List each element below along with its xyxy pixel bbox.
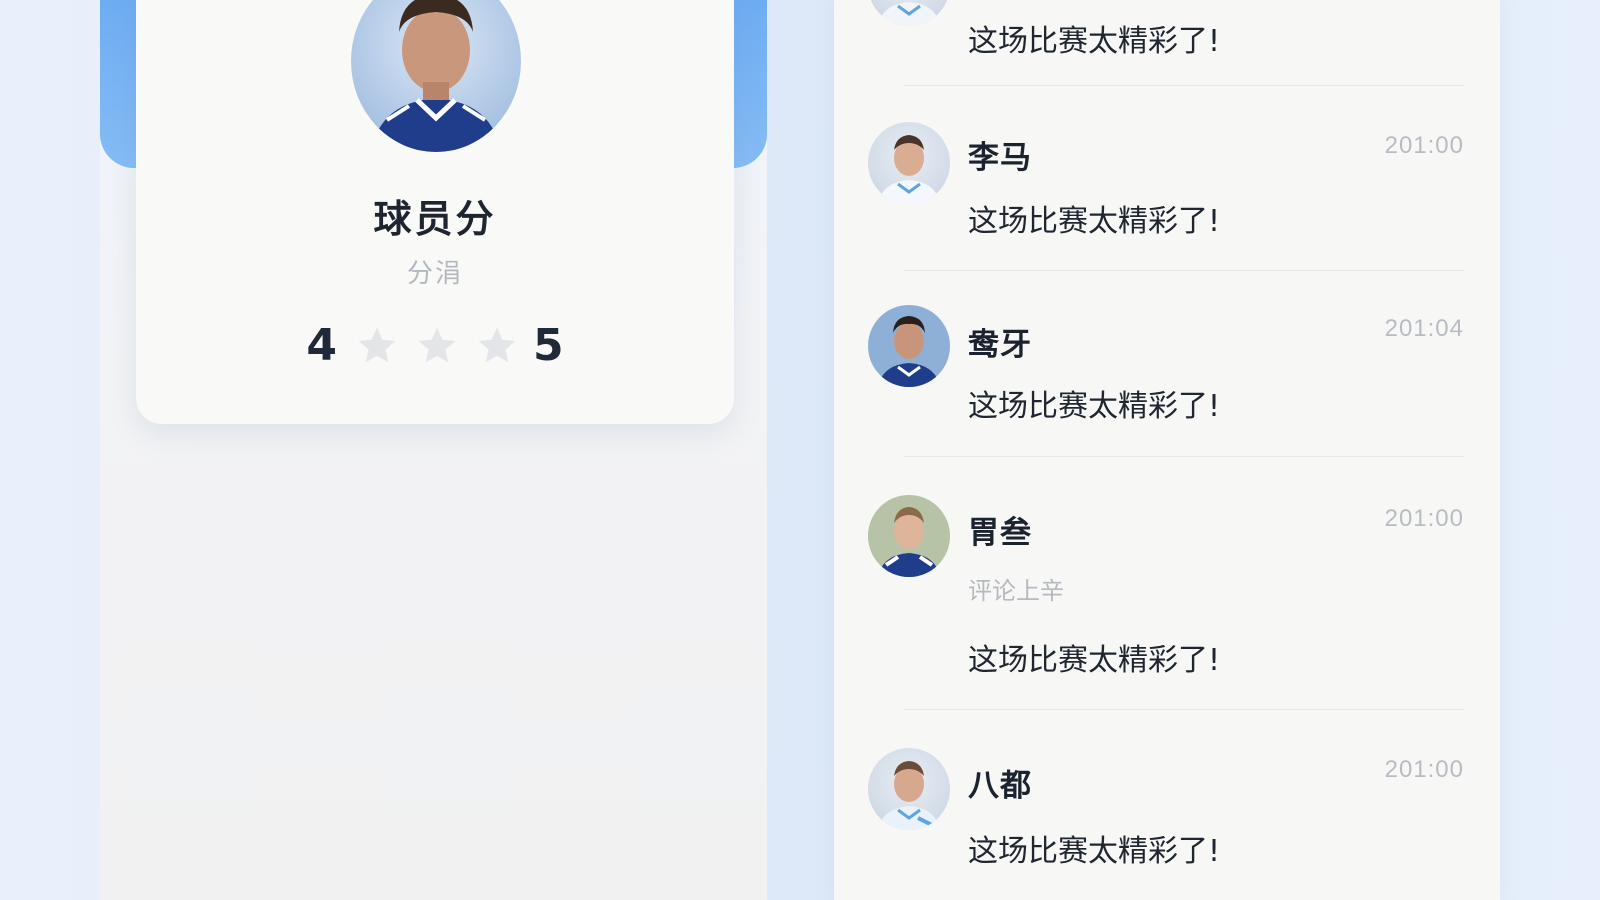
player-portrait-icon [371, 0, 501, 152]
star-icon[interactable] [415, 324, 459, 368]
comment-text: 这场比赛太精彩了! [968, 643, 1221, 678]
user-avatar-icon [868, 305, 950, 387]
avatar[interactable] [868, 305, 950, 387]
rating-max-label: 5 [533, 320, 564, 371]
user-avatar-icon [868, 495, 950, 577]
comment-time: 201:04 [1384, 315, 1464, 342]
user-avatar-icon [878, 2, 940, 26]
avatar[interactable] [868, 495, 950, 577]
rating-min-label: 4 [306, 320, 337, 371]
divider [904, 85, 1464, 86]
user-avatar-icon [878, 135, 940, 204]
divider [904, 270, 1464, 271]
comment-text: 这场比赛太精彩了! [968, 834, 1221, 869]
avatar[interactable] [868, 0, 950, 26]
comment-text: 这场比赛太精彩了! [968, 24, 1221, 59]
player-subtitle: 分涓 [406, 259, 463, 289]
comment-subtitle: 评论上辛 [968, 577, 1064, 605]
avatar[interactable] [868, 748, 950, 830]
star-icon[interactable] [355, 324, 399, 368]
player-panel: 球员分 分涓 4 5 [100, 0, 767, 900]
comment-author: 李马 [968, 140, 1032, 176]
comment-text: 这场比赛太精彩了! [968, 204, 1221, 239]
divider [904, 709, 1464, 710]
star-icon[interactable] [475, 324, 519, 368]
comment-author: 八都 [968, 768, 1032, 804]
comment-time: 201:00 [1384, 505, 1464, 532]
comment-text: 这场比赛太精彩了! [968, 389, 1221, 424]
divider [904, 456, 1464, 457]
player-avatar[interactable] [351, 0, 521, 152]
comment-time: 201:00 [1384, 756, 1464, 783]
comments-panel: 这场比赛太精彩了! 李马 201:00 这场比赛太精彩了! 鸯牙 201:04 … [834, 0, 1500, 900]
player-card: 球员分 分涓 4 5 [136, 0, 734, 424]
comment-author: 胃叁 [968, 515, 1032, 551]
avatar[interactable] [868, 122, 950, 204]
user-avatar-icon [878, 761, 940, 830]
rating-stars[interactable] [355, 324, 519, 368]
comment-time: 201:00 [1384, 132, 1464, 159]
comment-author: 鸯牙 [968, 327, 1032, 363]
rating-row: 4 5 [136, 320, 734, 371]
player-name: 球员分 [373, 197, 497, 241]
